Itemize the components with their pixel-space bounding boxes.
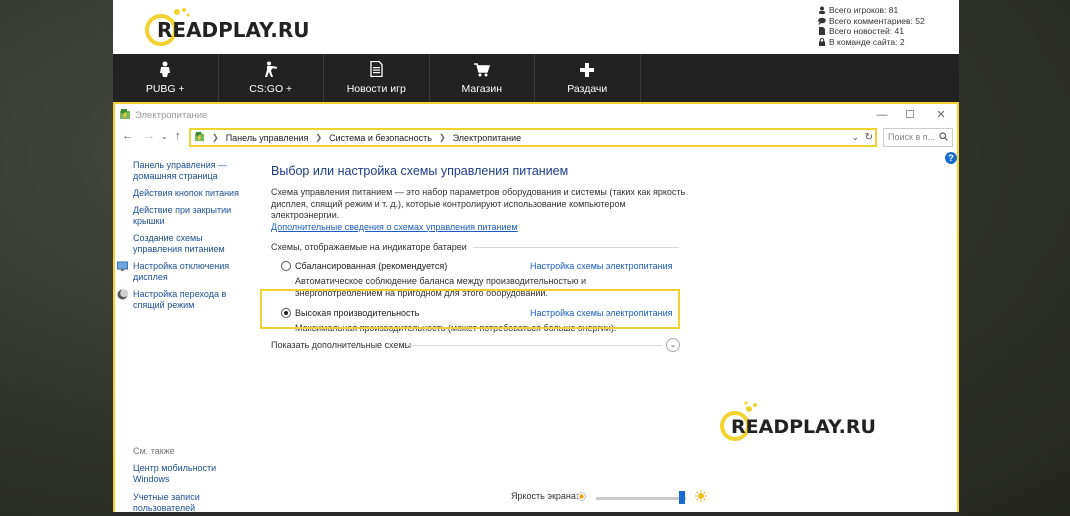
breadcrumb-system-security[interactable]: Система и безопасность — [329, 133, 432, 143]
user-icon — [818, 6, 826, 15]
gunner-icon — [264, 61, 277, 77]
stat-comments: Всего комментариев: 52 — [818, 16, 925, 27]
see-also: См. также Центр мобильности Windows Учет… — [133, 446, 253, 516]
logo-text: READPLAY.RU — [157, 18, 310, 42]
help-icon[interactable]: ? — [945, 152, 957, 164]
brightness-control: Яркость экрана: — [511, 490, 741, 507]
site-stats: Всего игроков: 81 Всего комментариев: 52… — [818, 5, 925, 47]
breadcrumb-control-panel[interactable]: Панель управления — [226, 133, 309, 143]
sun-large-icon — [695, 490, 707, 504]
nav-label: Раздачи — [567, 83, 608, 95]
brightness-label: Яркость экрана: — [511, 491, 579, 501]
cart-icon — [473, 63, 490, 77]
soldier-icon — [160, 61, 171, 77]
more-info-link[interactable]: Дополнительные сведения о схемах управле… — [271, 222, 518, 232]
monitor-icon — [117, 261, 128, 275]
show-more-plans[interactable]: Показать дополнительные схемы ⌄ — [271, 338, 681, 352]
page-description: Схема управления питанием — это набор па… — [271, 187, 831, 233]
address-dropdown-icon[interactable]: ⌄ — [851, 132, 859, 143]
sidebar: Панель управления — домашняя страница Де… — [117, 160, 243, 317]
comment-icon — [818, 17, 826, 25]
stat-text: Всего игроков: 81 — [829, 5, 899, 15]
nav-csgo[interactable]: CS:GO + — [219, 54, 324, 102]
title-bar: Электропитание — ☐ ✕ — [115, 104, 957, 126]
stat-team: В команде сайта: 2 — [818, 37, 925, 48]
sidebar-link-sleep[interactable]: Настройка перехода в спящий режим — [117, 289, 243, 311]
maximize-icon[interactable]: ☐ — [902, 107, 918, 123]
plus-icon — [580, 63, 595, 77]
nav-label: CS:GO + — [249, 83, 293, 95]
breadcrumb-separator-icon: ❯ — [212, 133, 219, 142]
stat-text: Всего новостей: 41 — [829, 26, 904, 37]
brightness-slider-thumb[interactable] — [679, 491, 685, 504]
show-more-label[interactable]: Показать дополнительные схемы — [271, 340, 411, 350]
nav-news[interactable]: Новости игр — [324, 54, 430, 102]
sidebar-link-create-plan[interactable]: Создание схемы управления питанием — [133, 233, 243, 255]
document-icon — [370, 61, 383, 77]
search-input[interactable]: Поиск в п... — [883, 128, 953, 147]
watermark-logo: READPLAY.RU — [720, 401, 876, 441]
power-options-icon — [119, 108, 131, 123]
lock-icon — [818, 38, 826, 47]
divider — [473, 247, 679, 248]
file-icon — [818, 27, 826, 36]
nav-pubg[interactable]: PUBG + — [113, 54, 219, 102]
sidebar-link-display-off[interactable]: Настройка отключения дисплея — [117, 261, 243, 283]
window-title: Электропитание — [135, 110, 208, 121]
moon-icon — [117, 289, 129, 303]
up-arrow-icon[interactable]: ↑ — [175, 130, 181, 142]
see-also-user-accounts[interactable]: Учетные записи пользователей — [133, 492, 253, 514]
address-bar[interactable]: ❯ Панель управления ❯ Система и безопасн… — [189, 128, 877, 147]
section-label-text: Схемы, отображаемые на индикаторе батаре… — [271, 242, 467, 252]
brightness-slider[interactable] — [596, 497, 686, 500]
site-header: READPLAY.RU Всего игроков: 81 Всего комм… — [113, 0, 959, 54]
chevron-down-icon[interactable]: ⌄ — [161, 132, 168, 141]
sidebar-link-lid-close[interactable]: Действие при закрытии крышки — [133, 205, 243, 227]
stat-players: Всего игроков: 81 — [818, 5, 925, 16]
forward-arrow-icon[interactable]: → — [144, 130, 155, 142]
plan-config-link[interactable]: Настройка схемы электропитания — [530, 261, 673, 271]
nav-label: PUBG + — [145, 83, 185, 95]
close-icon[interactable]: ✕ — [933, 107, 949, 123]
page-title: Выбор или настройка схемы управления пит… — [271, 164, 569, 178]
chevron-down-icon[interactable]: ⌄ — [666, 338, 680, 352]
sidebar-link-label: Настройка отключения дисплея — [133, 261, 230, 282]
sidebar-link-label: Настройка перехода в спящий режим — [133, 289, 227, 310]
watermark-text: READPLAY.RU — [731, 416, 876, 438]
divider — [406, 345, 662, 346]
nav-giveaways[interactable]: Раздачи — [535, 54, 641, 102]
breadcrumb-power-options[interactable]: Электропитание — [453, 133, 522, 143]
sidebar-link-home[interactable]: Панель управления — домашняя страница — [133, 160, 243, 182]
sidebar-link-power-buttons[interactable]: Действия кнопок питания — [133, 188, 243, 199]
search-placeholder: Поиск в п... — [888, 132, 936, 142]
control-panel-icon — [194, 131, 205, 144]
page-bottom-strip — [113, 512, 959, 516]
site-logo[interactable]: READPLAY.RU — [141, 4, 341, 48]
site-nav: PUBG + CS:GO + Новости игр Магазин Разда… — [113, 54, 959, 102]
back-arrow-icon[interactable]: ← — [122, 130, 133, 142]
nav-label: Магазин — [461, 83, 502, 95]
search-icon[interactable] — [939, 132, 948, 143]
address-row: ← → ⌄ ↑ ❯ Панель управления ❯ Система и … — [115, 128, 957, 148]
see-also-mobility-center[interactable]: Центр мобильности Windows — [133, 463, 253, 485]
stat-text: В команде сайта: 2 — [829, 36, 905, 47]
stat-text: Всего комментариев: 52 — [829, 15, 925, 26]
highlight-frame — [260, 289, 680, 329]
sun-small-icon — [577, 492, 586, 503]
nav-shop[interactable]: Магазин — [430, 54, 535, 102]
nav-label: Новости игр — [346, 83, 406, 95]
stat-news: Всего новостей: 41 — [818, 26, 925, 37]
power-options-window: Электропитание — ☐ ✕ ← → ⌄ ↑ ❯ Панель уп… — [113, 102, 959, 516]
plan-name[interactable]: Сбалансированная (рекомендуется) — [295, 261, 447, 271]
breadcrumb-separator-icon: ❯ — [315, 133, 323, 142]
section-label: Схемы, отображаемые на индикаторе батаре… — [271, 242, 831, 252]
see-also-label: См. также — [133, 446, 175, 456]
breadcrumb-separator-icon: ❯ — [438, 133, 446, 142]
description-text: Схема управления питанием — это набор па… — [271, 187, 686, 220]
refresh-icon[interactable]: ↻ — [865, 132, 873, 143]
radio-balanced[interactable] — [281, 261, 291, 271]
minimize-icon[interactable]: — — [874, 107, 890, 123]
